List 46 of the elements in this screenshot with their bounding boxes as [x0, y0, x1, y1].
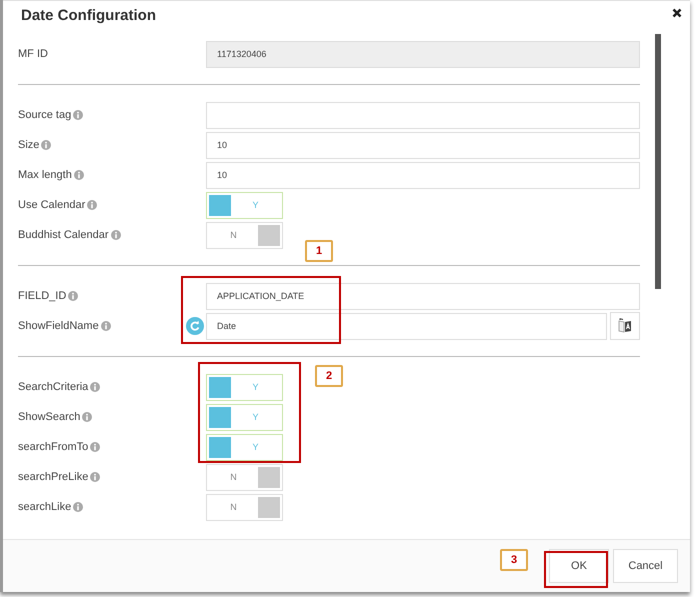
field-label: ShowSearch — [18, 411, 80, 424]
refresh-icon[interactable] — [186, 316, 204, 335]
highlight-frame — [544, 551, 608, 588]
info-icon[interactable] — [82, 412, 92, 422]
field-label: searchFromTo — [18, 441, 88, 454]
cancel-button[interactable]: Cancel — [613, 549, 678, 584]
input-field[interactable]: Date — [206, 312, 607, 340]
field-label: searchPreLike — [18, 471, 88, 484]
close-icon[interactable] — [672, 8, 682, 18]
callout-number: 2 — [315, 365, 343, 387]
callout-number: 1 — [305, 240, 333, 262]
callout-number: 3 — [500, 549, 528, 571]
field-label: Use Calendar — [18, 199, 86, 212]
info-icon[interactable] — [100, 321, 111, 332]
info-icon[interactable] — [90, 472, 100, 482]
info-icon[interactable] — [74, 170, 84, 180]
toggle-switch[interactable]: N — [206, 222, 283, 249]
toggle-switch[interactable]: N — [206, 464, 283, 491]
info-icon[interactable] — [90, 442, 100, 452]
translate-button[interactable] — [610, 312, 640, 340]
field-label: ShowFieldName — [18, 320, 99, 332]
dialog-title: Date Configuration — [21, 7, 156, 24]
field-label: searchLike — [18, 501, 72, 514]
field-label: SearchCriteria — [18, 381, 88, 394]
input-field[interactable] — [206, 102, 640, 129]
info-icon[interactable] — [68, 291, 78, 302]
toggle-switch[interactable]: N — [206, 494, 283, 521]
input-field[interactable]: 10 — [206, 162, 640, 189]
translate-icon — [617, 318, 633, 334]
input-field[interactable]: APPLICATION_DATE — [206, 282, 640, 310]
input-field[interactable]: 10 — [206, 132, 640, 159]
field-label: Max length — [18, 169, 72, 182]
info-icon[interactable] — [73, 502, 84, 512]
field-label: Size — [18, 139, 40, 152]
info-icon[interactable] — [73, 110, 84, 120]
ok-button[interactable]: OK — [549, 549, 609, 584]
field-label: Source tag — [18, 109, 72, 122]
scrollbar[interactable] — [655, 34, 661, 289]
info-icon[interactable] — [90, 382, 100, 392]
input-field[interactable]: 1171320406 — [206, 40, 640, 68]
field-label: FIELD_ID — [18, 290, 66, 302]
info-icon[interactable] — [41, 140, 52, 150]
info-icon[interactable] — [87, 200, 98, 210]
field-label: Buddhist Calendar — [18, 229, 109, 242]
field-label: MF ID — [18, 48, 48, 60]
info-icon[interactable] — [110, 230, 121, 240]
